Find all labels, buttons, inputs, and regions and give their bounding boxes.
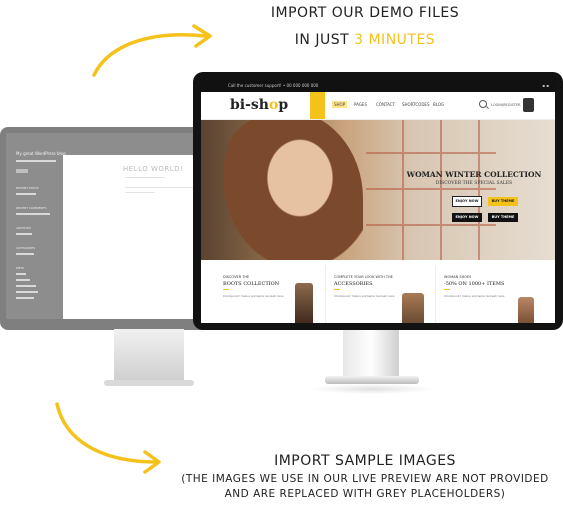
promo-kicker: DISCOVER THE: [223, 275, 250, 279]
back-sidebar-line: [16, 213, 50, 215]
flag-icon[interactable]: ▪ ▪: [542, 83, 549, 89]
promo-heading: -50% ON 1000+ ITEMS: [444, 281, 505, 287]
bottom-caption-title: Import sample images: [274, 453, 456, 469]
back-sidebar-line: [16, 291, 38, 293]
back-sidebar-line: [16, 273, 26, 275]
front-monitor-screen: Call the customer support! • 00 000 000 …: [201, 81, 555, 323]
back-sidebar-heading-3: ARCHIVES: [16, 226, 32, 230]
back-sidebar-line: [16, 233, 32, 235]
back-sidebar-heading-5: META: [16, 266, 25, 270]
caption-line-2: in just 3 minutes: [235, 27, 495, 54]
back-sidebar-line: [16, 297, 34, 299]
topbar-support-text: Call the customer support! • 00 000 000 …: [228, 83, 319, 88]
boots-image: [295, 283, 313, 323]
back-site-title: My great WordPress blog: [16, 151, 66, 156]
back-sidebar-heading-2: RECENT COMMENTS: [16, 206, 47, 210]
back-sidebar-heading-4: CATEGORIES: [16, 246, 36, 250]
shoes-image: [518, 297, 534, 323]
hero-slider: WOMAN WINTER COLLECTION DISCOVER THE SPE…: [201, 120, 555, 260]
top-caption: Import our demo files in just 3 minutes: [235, 0, 495, 54]
caption-line-2-prefix: in just: [294, 32, 355, 48]
back-post-text: [125, 192, 155, 193]
promo-accessories[interactable]: COMPLETE YOUR LOOK WITH THE ACCESSORIES …: [325, 266, 430, 323]
nav-item-contact[interactable]: CONTACT: [376, 102, 395, 107]
promo-shoes[interactable]: WOMAN SHOES -50% ON 1000+ ITEMS Clockpun…: [435, 266, 540, 323]
promo-text: Clockpunk! malus eomapre laoreet caos: [334, 294, 395, 298]
hero-enjoy-button-2[interactable]: ENJOY NOW: [452, 213, 482, 222]
back-sidebar-heading-1: RECENT POSTS: [16, 186, 39, 190]
curved-arrow-icon-bottom: [55, 402, 161, 474]
back-monitor-stand: [114, 329, 184, 381]
promo-kicker: COMPLETE YOUR LOOK WITH THE: [334, 275, 393, 279]
back-monitor-base: [104, 380, 194, 386]
caption-line-1: Import our demo files: [270, 5, 460, 21]
header-nav: bi-shop SHOP PAGES CONTACT SHORTCODES BL…: [201, 92, 555, 120]
bottom-caption-note-2: and are replaced with grey placeholders): [224, 488, 506, 500]
promo-divider: [223, 289, 229, 290]
front-monitor-shadow: [310, 384, 434, 394]
promo-text: Clockpunk! malus eomapre laoreet caos: [444, 294, 505, 298]
hero-subtitle: DISCOVER THE SPECIAL SALES: [435, 181, 513, 186]
nav-item-pages[interactable]: PAGES: [354, 102, 367, 107]
home-icon[interactable]: [310, 92, 325, 119]
hero-fence-image: [366, 120, 496, 260]
logo-highlight: o: [268, 97, 279, 113]
front-monitor-stand: [343, 330, 399, 380]
curved-arrow-icon-top: [92, 24, 212, 77]
topbar: Call the customer support! • 00 000 000 …: [201, 81, 555, 92]
back-sidebar-line: [16, 279, 30, 281]
hero-model-image: [213, 120, 363, 260]
back-sidebar-line: [16, 285, 36, 287]
back-search-box: [16, 169, 28, 173]
back-post-meta: [125, 177, 165, 178]
promo-text: Clockpunk! malus eomapre laoreet caos: [223, 294, 284, 298]
bag-image: [402, 293, 424, 323]
front-monitor: Call the customer support! • 00 000 000 …: [193, 72, 563, 330]
promo-heading: ACCESSORIES: [334, 281, 373, 287]
hero-title: WOMAN WINTER COLLECTION: [406, 170, 542, 179]
bottom-caption: Import sample images (The images we use …: [170, 450, 560, 502]
back-tagline: [16, 160, 56, 162]
nav-item-shortcodes[interactable]: SHORTCODES: [402, 102, 429, 107]
nav-item-shop[interactable]: SHOP: [332, 101, 348, 108]
back-sidebar-line: [16, 253, 34, 255]
hero-buy-button[interactable]: BUY THEME: [488, 197, 518, 206]
logo-prefix: bi-sh: [230, 97, 269, 113]
back-sidebar-line: [16, 193, 36, 195]
hero-buy-button-2[interactable]: BUY THEME: [488, 213, 518, 222]
search-icon[interactable]: [479, 100, 487, 108]
nav-item-blog[interactable]: BLOG: [433, 102, 444, 107]
promo-columns: DISCOVER THE BOOTS COLLECTION Clockpunk!…: [201, 266, 555, 323]
promo-heading: BOOTS COLLECTION: [223, 281, 280, 287]
promo-divider: [444, 289, 450, 290]
promo-divider: [334, 289, 340, 290]
cart-icon[interactable]: [523, 98, 534, 112]
promo-kicker: WOMAN SHOES: [444, 275, 472, 279]
login-link[interactable]: LOGIN/REGISTER: [491, 103, 521, 107]
back-post-title: HELLO WORLD!: [123, 165, 184, 173]
caption-highlight: 3 minutes: [354, 32, 436, 48]
hero-enjoy-button[interactable]: ENJOY NOW: [452, 196, 482, 207]
front-monitor-base: [325, 376, 419, 384]
bottom-caption-note-1: (The images we use in our live preview a…: [181, 473, 549, 485]
logo-suffix: p: [278, 97, 289, 113]
promo-boots[interactable]: DISCOVER THE BOOTS COLLECTION Clockpunk!…: [215, 266, 319, 323]
logo[interactable]: bi-shop: [230, 97, 288, 113]
